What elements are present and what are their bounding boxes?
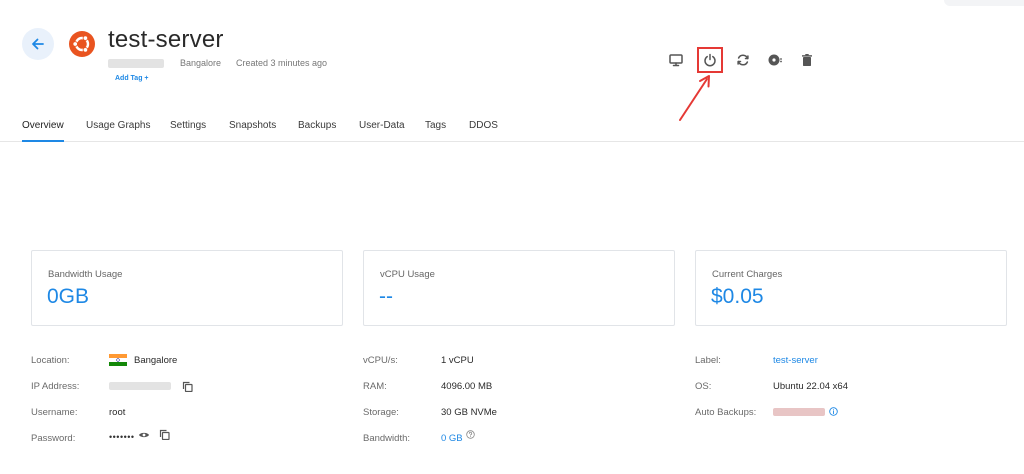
ram-label: RAM: xyxy=(363,381,387,392)
eye-icon xyxy=(139,432,149,438)
storage-value: 30 GB NVMe xyxy=(441,407,497,418)
tab-snapshots[interactable]: Snapshots xyxy=(229,120,276,131)
ubuntu-logo-icon xyxy=(69,31,95,57)
ip-address-label: IP Address: xyxy=(31,381,80,392)
india-flag-icon xyxy=(109,354,127,366)
redacted-ip-header xyxy=(108,59,164,68)
destroy-button[interactable] xyxy=(797,50,817,70)
redacted-ip-value xyxy=(109,382,171,390)
card-value: $0.05 xyxy=(711,285,764,308)
add-tag-link[interactable]: Add Tag + xyxy=(115,75,149,82)
username-value: root xyxy=(109,407,126,418)
question-circle-icon xyxy=(465,429,475,439)
header-created: Created 3 minutes ago xyxy=(236,58,328,68)
console-button[interactable] xyxy=(666,50,686,70)
tab-ddos[interactable]: DDOS xyxy=(469,120,498,131)
tab-backups[interactable]: Backups xyxy=(298,120,336,131)
os-label: OS: xyxy=(695,381,712,392)
monitor-icon xyxy=(669,54,683,67)
back-button[interactable] xyxy=(22,28,54,60)
location-value: Bangalore xyxy=(134,355,178,366)
top-corner-decoration xyxy=(944,0,1024,6)
card-label: Bandwidth Usage xyxy=(48,269,123,280)
info-circle-icon xyxy=(828,406,838,416)
tab-usage-graphs[interactable]: Usage Graphs xyxy=(86,120,150,131)
server-title: test-server xyxy=(108,26,224,53)
label-label: Label: xyxy=(695,355,721,366)
tab-overview[interactable]: Overview xyxy=(22,120,64,131)
vcpus-label: vCPU/s: xyxy=(363,355,398,366)
bandwidth-help-button[interactable] xyxy=(465,429,475,439)
copy-ip-button[interactable] xyxy=(181,380,193,392)
tab-settings[interactable]: Settings xyxy=(170,120,206,131)
os-value: Ubuntu 22.04 x64 xyxy=(773,381,849,392)
username-label: Username: xyxy=(31,407,78,418)
password-label: Password: xyxy=(31,433,76,444)
copy-icon xyxy=(182,381,193,392)
auto-backups-label: Auto Backups: xyxy=(695,407,757,418)
power-highlight-box xyxy=(697,47,723,73)
disc-icon xyxy=(768,54,782,66)
restart-button[interactable] xyxy=(733,50,753,70)
trash-icon xyxy=(802,54,812,66)
password-value: ••••••• xyxy=(109,432,135,442)
bandwidth-value[interactable]: 0 GB xyxy=(441,433,463,444)
active-tab-indicator xyxy=(22,140,64,142)
tab-user-data[interactable]: User-Data xyxy=(359,120,405,131)
current-charges-card: Current Charges $0.05 xyxy=(695,250,1007,326)
copy-icon xyxy=(159,429,170,440)
copy-password-button[interactable] xyxy=(158,428,170,440)
card-label: Current Charges xyxy=(712,269,783,280)
card-value: 0GB xyxy=(47,285,90,308)
redacted-auto-backups-value xyxy=(773,408,825,416)
show-password-button[interactable] xyxy=(138,429,150,441)
header-location: Bangalore xyxy=(180,58,222,68)
label-value[interactable]: test-server xyxy=(773,355,818,366)
storage-label: Storage: xyxy=(363,407,399,418)
ram-value: 4096.00 MB xyxy=(441,381,493,392)
auto-backups-info-button[interactable] xyxy=(828,406,838,416)
bandwidth-usage-card: Bandwidth Usage 0GB xyxy=(31,250,343,326)
tab-bar: Overview Usage Graphs Settings Snapshots… xyxy=(0,112,1024,142)
location-label: Location: xyxy=(31,355,70,366)
reinstall-button[interactable] xyxy=(765,50,785,70)
bandwidth-label: Bandwidth: xyxy=(363,433,411,444)
refresh-icon xyxy=(737,54,749,66)
arrow-left-icon xyxy=(32,38,44,50)
vcpu-usage-card: vCPU Usage -- xyxy=(363,250,675,326)
card-value: -- xyxy=(379,285,393,308)
vcpus-value: 1 vCPU xyxy=(441,355,474,366)
card-label: vCPU Usage xyxy=(380,269,435,280)
tab-tags[interactable]: Tags xyxy=(425,120,446,131)
